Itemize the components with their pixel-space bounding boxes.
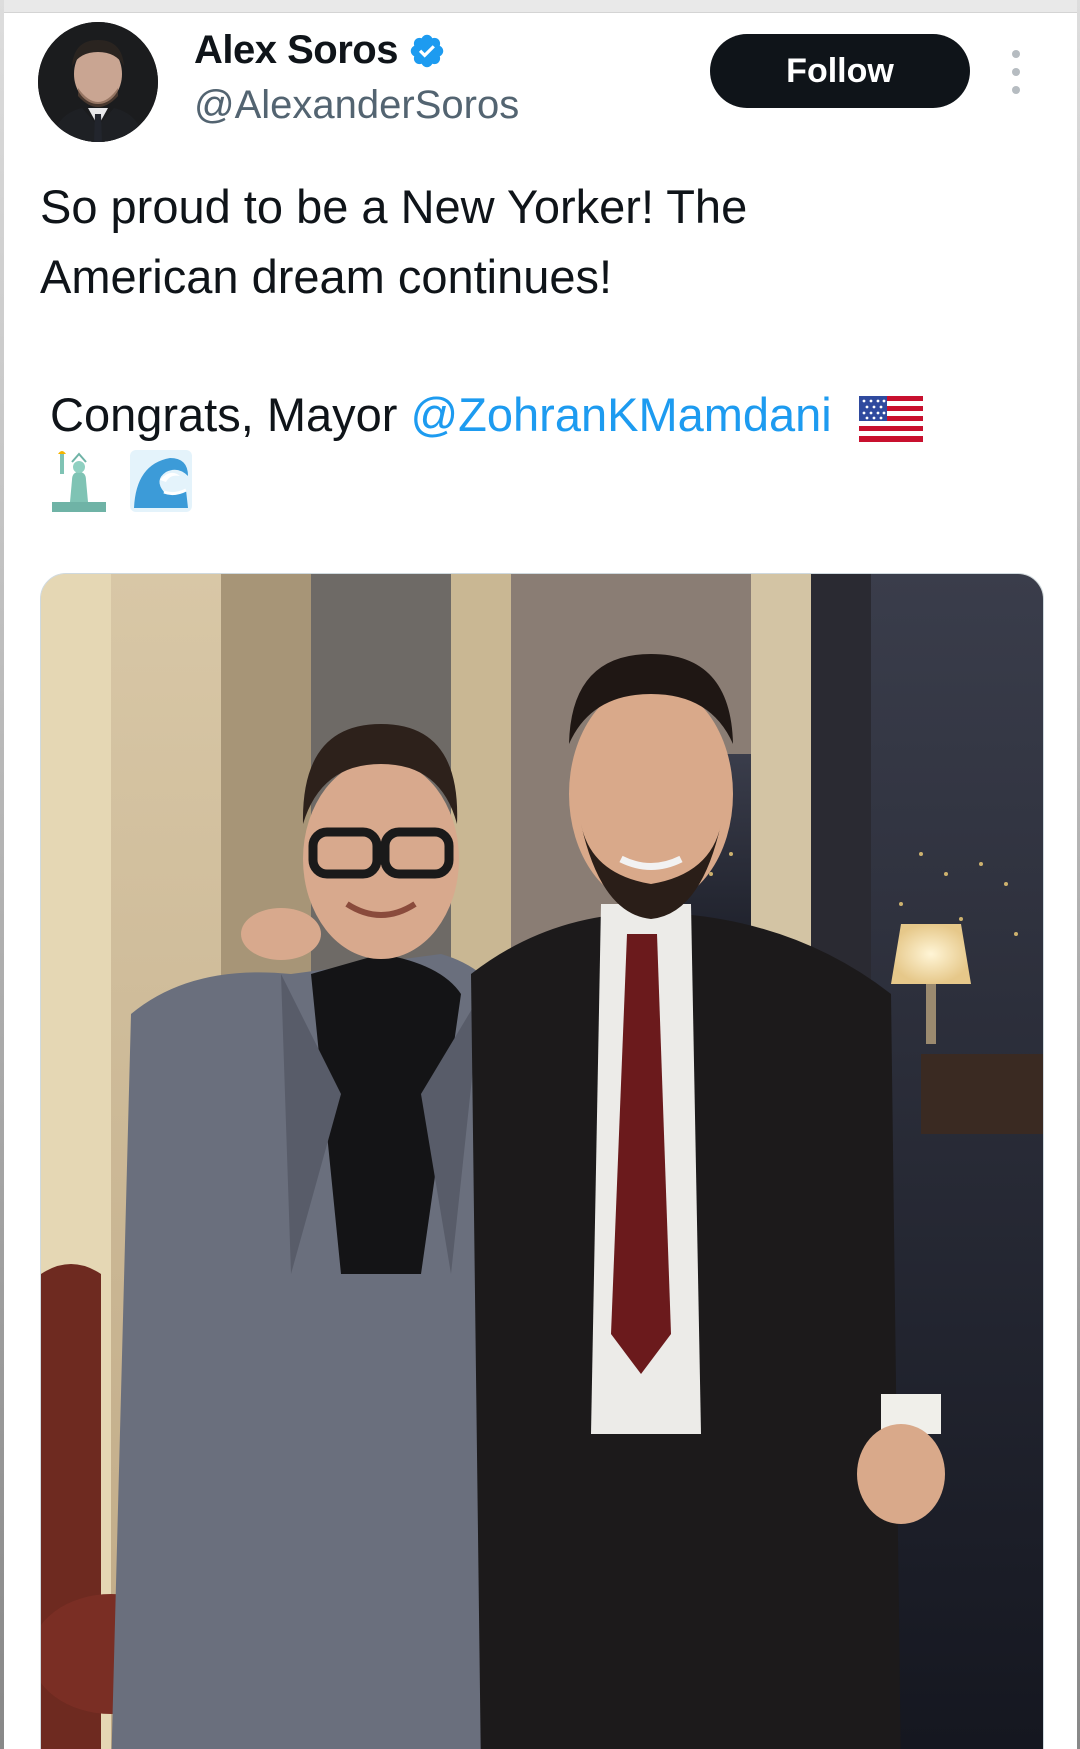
water-wave-emoji <box>130 450 192 512</box>
us-flag-emoji <box>858 395 923 442</box>
mention-link[interactable]: @ZohranKMamdani <box>410 388 831 441</box>
more-dot <box>1012 68 1020 76</box>
top-divider <box>0 0 1080 13</box>
tweet-card: Alex Soros @AlexanderSoros Follow So pro… <box>0 0 1080 1749</box>
more-options-icon[interactable] <box>1005 50 1027 94</box>
author-handle[interactable]: @AlexanderSoros <box>194 83 519 128</box>
photo-image <box>41 574 1043 1749</box>
tweet-text: So proud to be a New Yorker! The America… <box>40 172 1040 312</box>
follow-button[interactable]: Follow <box>710 34 970 108</box>
avatar-image <box>38 22 158 142</box>
statue-of-liberty-emoji <box>52 451 106 512</box>
congrats-text: Congrats, Mayor <box>50 388 411 441</box>
emoji-row <box>48 450 192 512</box>
more-dot <box>1012 86 1020 94</box>
tweet-line-1: So proud to be a New Yorker! The <box>40 180 748 233</box>
verified-badge-icon <box>410 34 444 67</box>
author-name[interactable]: Alex Soros <box>194 28 398 73</box>
author-name-row[interactable]: Alex Soros <box>194 28 446 73</box>
left-edge <box>0 0 4 1749</box>
tweet-photo[interactable] <box>40 573 1044 1749</box>
avatar[interactable] <box>38 22 158 142</box>
tweet-congrats-line: Congrats, Mayor @ZohranKMamdani <box>50 380 1050 450</box>
more-dot <box>1012 50 1020 58</box>
tweet-line-2: American dream continues! <box>40 250 613 303</box>
